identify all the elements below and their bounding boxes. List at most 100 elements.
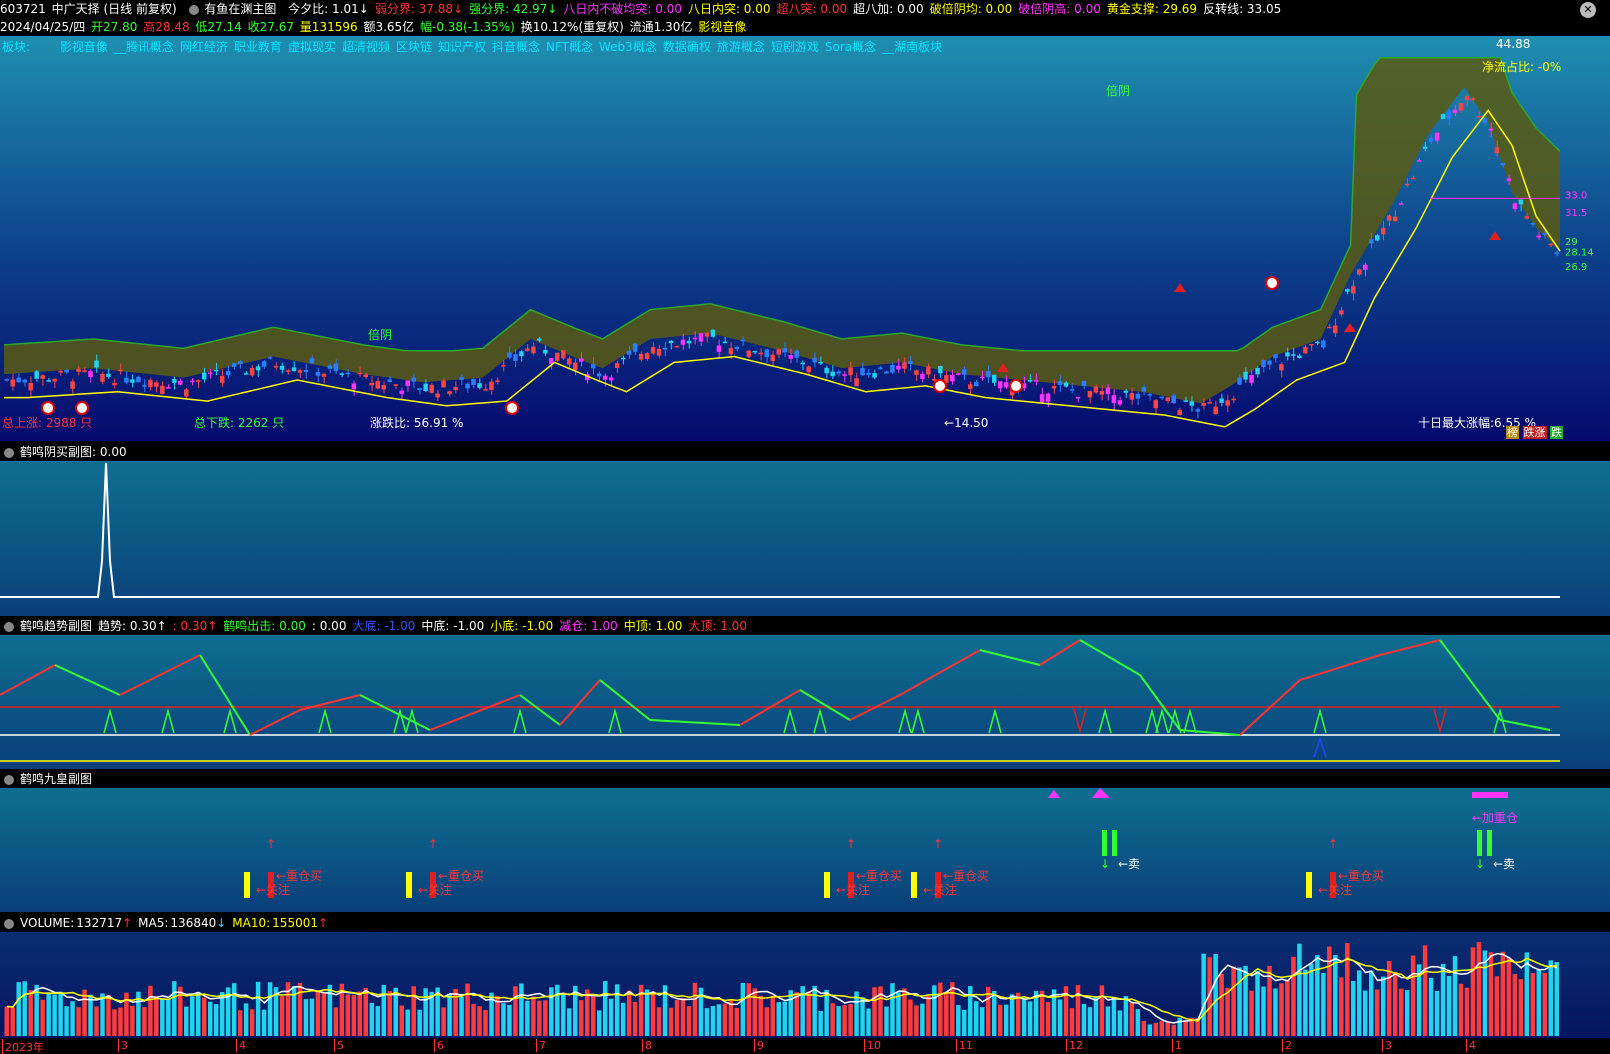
volume-value: 量131596 [299,20,358,34]
indicator-item: 强分界: 42.97↓ [469,2,558,16]
volume-bar [1111,996,1117,1036]
trend-segment [169,666,176,671]
sector-value[interactable]: 影视音像 [698,20,746,34]
candle-body [1207,402,1212,404]
trend-segment [569,707,576,715]
candle-body [1045,393,1051,402]
trend-segment [579,696,586,704]
trend-segment [819,701,826,706]
volume-bar [1380,976,1386,1036]
volume-toggle-icon[interactable] [4,918,14,929]
candle-body [1524,216,1530,219]
total-down-label: 总下跌: 2262 只 [194,416,285,430]
indicator-item: 今夕比: 1.01↓ [288,2,369,16]
trend-segment [1289,683,1296,690]
up-arrow-icon: ↑ [428,837,438,851]
candle-body [1530,223,1536,225]
signal-marker-icon [505,401,519,415]
volume-bar [1333,955,1338,1036]
sub1-title[interactable]: 鹤鸣阴买副图 [20,445,92,459]
trend-segment [964,654,971,660]
trend-segment [39,669,46,675]
candle-body [776,349,781,355]
red-triangle-icon [1174,283,1186,292]
candle-body [902,362,907,369]
volume-title[interactable]: VOLUME: [20,916,74,930]
candle-body [345,372,351,375]
up-arrow-icon: ↑ [266,837,276,851]
trend-segment [544,712,551,719]
sub2-canvas[interactable] [0,635,1610,769]
trend-segment [1319,671,1326,675]
trend-segment [1154,695,1161,704]
sub2-chart[interactable] [0,635,1610,769]
candle-body [698,333,704,342]
candle-body [1237,377,1242,385]
trend-segment [1139,674,1146,683]
signal-marker-icon [75,401,89,415]
candle-body [22,379,27,383]
volume-bar [1099,985,1105,1036]
volume-chart[interactable] [0,932,1610,1038]
trend-segment [1129,668,1136,673]
buy-signal-icon [813,708,827,734]
candle-body [291,367,297,372]
trend-segment [1359,658,1366,663]
sub3-toggle-icon[interactable] [4,774,14,785]
trend-segment [234,710,241,720]
candle-body [746,350,752,357]
trend-segment [264,724,271,729]
trend-segment [1264,706,1271,713]
tag-bang[interactable]: 榜 [1506,426,1519,439]
candle-body [1368,239,1374,244]
x-axis-tick: 7 [536,1039,546,1052]
volume-bar [249,1009,255,1036]
trend-segment [459,715,466,720]
trend-segment [9,685,16,691]
price-canvas[interactable]: 3333.031.52928.1426.9 [0,36,1610,441]
sub3-title[interactable]: 鹤鸣九皇副图 [20,772,92,786]
change-value: 幅-0.38(-1.35%) [420,20,515,34]
trend-segment [1519,723,1526,726]
volume-canvas[interactable] [0,932,1610,1038]
price-mode[interactable]: (日线 前复权) [103,2,176,16]
close-icon[interactable]: ✕ [1580,2,1596,18]
tag-die[interactable]: 跌 [1550,426,1563,439]
bottom-signal-icon [1313,736,1327,758]
stock-name[interactable]: 中广天择 [52,2,100,16]
main-price-chart[interactable]: 板块: 影视音像 __腾讯概念 网红经济 职业教育 虚拟现实 超清视频 区块链 知识产权 抖音概… [0,36,1610,441]
trend-segment [164,669,171,674]
volume-bar [1303,969,1308,1036]
magenta-peak-icon [1092,788,1110,798]
sub2-title[interactable]: 鹤鸣趋势副图 [20,619,92,633]
volume-bar [1440,963,1446,1036]
candle-body [1392,216,1398,222]
candle-body [1416,160,1422,162]
sub2-toggle-icon[interactable] [4,621,14,632]
sub1-toggle-icon[interactable] [4,447,14,458]
candle-body [309,358,315,364]
sub1-chart[interactable] [0,461,1610,616]
volume-bar [1392,972,1398,1036]
trend-segment [209,670,216,680]
guanzhu-text: ←关注 [836,882,870,897]
tag-diezhang[interactable]: 跌涨 [1522,426,1547,439]
trend-item: : 0.00 [311,619,347,633]
side-tags[interactable]: 榜 跌涨 跌 [1506,424,1563,440]
candle-body [626,350,632,355]
volume-bar [1123,996,1129,1036]
volume-bar [447,994,452,1036]
candle-body [118,369,123,372]
candle-body [1213,406,1218,415]
trend-segment [739,721,746,726]
trend-segment [179,661,186,666]
sub3-chart[interactable]: ←关注 ←重仓买 ↑ ←关注 ←重仓买 ↑ ←关注 ←重仓买 ↑ ←关注 ←重仓买 ↑ ←关注 ←重仓买 ↑… [0,788,1610,912]
trend-segment [904,688,911,694]
sub3-canvas[interactable]: ←关注←重仓买↑←关注←重仓买↑←关注←重仓买↑←关注←重仓买↑←关注←重仓买↑… [0,788,1610,912]
trend-segment [339,697,346,701]
formula-toggle-icon[interactable] [188,4,199,15]
sub1-canvas[interactable] [0,461,1610,616]
candle-body [884,371,889,374]
trend-segment [1344,663,1351,667]
formula-name[interactable]: 有鱼在渊主图 [204,2,276,16]
